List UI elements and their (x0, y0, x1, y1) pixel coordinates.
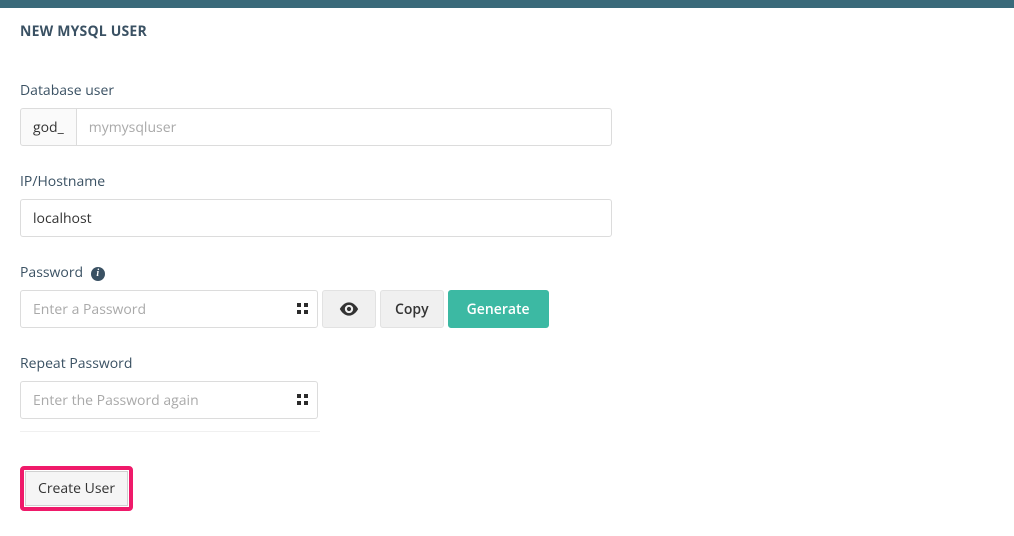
repeat-password-input[interactable] (20, 381, 318, 419)
info-icon[interactable]: i (91, 267, 105, 281)
ip-input[interactable] (20, 199, 612, 237)
password-input[interactable] (20, 290, 318, 328)
dbuser-prefix: god_ (20, 108, 77, 146)
generate-button[interactable]: Generate (448, 290, 549, 328)
create-user-button[interactable]: Create User (25, 471, 128, 506)
dbuser-input[interactable] (77, 108, 612, 146)
ip-row (20, 199, 612, 237)
divider (20, 431, 320, 432)
password-manager-icon[interactable] (296, 393, 310, 407)
repeat-group: Repeat Password (20, 354, 994, 419)
password-wrap (20, 290, 318, 328)
password-label: Password i (20, 263, 994, 282)
page-title: NEW MYSQL USER (20, 22, 994, 41)
password-manager-icon[interactable] (296, 302, 310, 316)
copy-button[interactable]: Copy (380, 290, 444, 328)
ip-group: IP/Hostname (20, 172, 994, 237)
password-label-text: Password (20, 263, 83, 282)
dbuser-label: Database user (20, 81, 994, 100)
form-container: NEW MYSQL USER Database user god_ IP/Hos… (0, 8, 1014, 525)
top-bar (0, 0, 1014, 8)
reveal-password-button[interactable] (322, 290, 376, 328)
password-group: Password i (20, 263, 994, 328)
repeat-wrap (20, 381, 318, 419)
eye-icon (339, 302, 359, 316)
password-row: Copy Generate (20, 290, 994, 328)
dbuser-row: god_ (20, 108, 612, 146)
repeat-label: Repeat Password (20, 354, 994, 373)
create-highlight: Create User (20, 466, 133, 511)
dbuser-group: Database user god_ (20, 81, 994, 146)
ip-label: IP/Hostname (20, 172, 994, 191)
